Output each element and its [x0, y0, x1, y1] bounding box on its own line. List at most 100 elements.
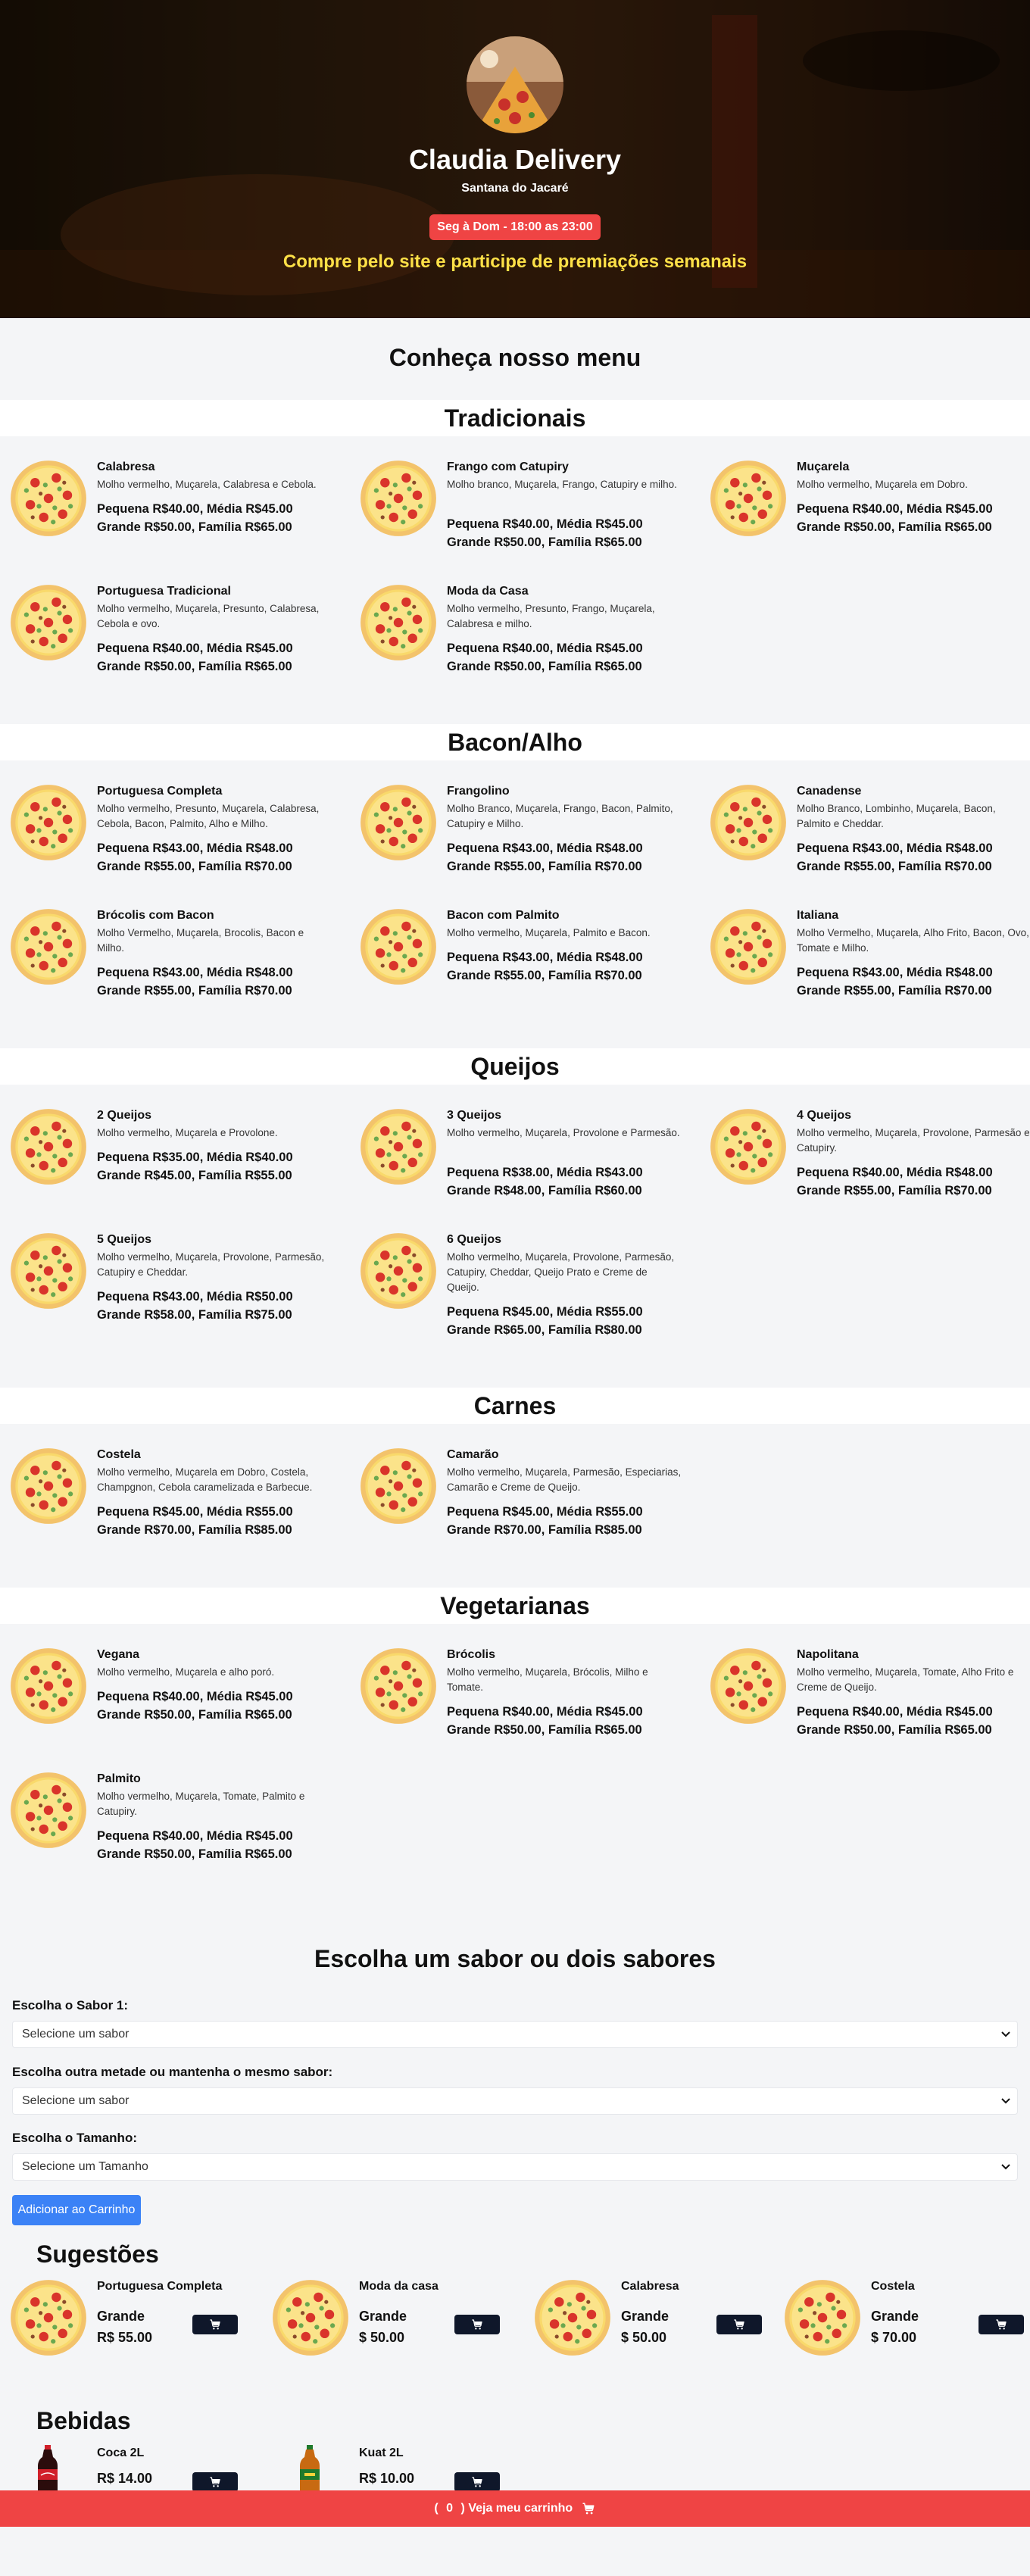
shopping-cart-icon	[470, 2476, 484, 2488]
menu-item[interactable]: Camarão Molho vermelho, Muçarela, Parmes…	[350, 1447, 683, 1560]
shopping-cart-icon	[994, 2318, 1008, 2331]
menu-item[interactable]: Vegana Molho vermelho, Muçarela e alho p…	[0, 1647, 333, 1760]
suggestion-item: Portuguesa Completa Grande R$ 55.00	[9, 2278, 251, 2362]
size-select[interactable]: Selecione um Tamanho	[12, 2153, 1018, 2181]
menu-item-name: Italiana	[797, 909, 839, 922]
menu-item-price: Grande R$50.00, Família R$65.00	[797, 1723, 992, 1737]
menu-item-price: Pequena R$43.00, Média R$50.00	[97, 1290, 293, 1304]
pizza-icon	[9, 1107, 88, 1186]
menu-item-name: Calabresa	[97, 461, 155, 473]
restaurant-logo	[467, 36, 563, 133]
drink-price: R$ 14.00	[97, 2471, 153, 2486]
menu-item-price: Grande R$55.00, Família R$70.00	[797, 860, 992, 873]
restaurant-name: Claudia Delivery	[408, 144, 622, 175]
menu-item[interactable]: Bacon com Palmito Molho vermelho, Muçare…	[350, 907, 683, 1021]
add-suggestion-cart-button[interactable]	[192, 2315, 238, 2334]
chevron-down-icon	[1001, 2098, 1010, 2104]
menu-item-price: Grande R$50.00, Família R$65.00	[97, 1708, 292, 1722]
menu-item-description: Molho Branco, Lombinho, Muçarela, Bacon,…	[797, 803, 996, 829]
menu-item[interactable]: Italiana Molho Vermelho, Muçarela, Alho …	[700, 907, 1030, 1021]
pizza-icon	[9, 583, 88, 662]
menu-item[interactable]: Brócolis com Bacon Molho Vermelho, Muçar…	[0, 907, 333, 1021]
menu-item[interactable]: Napolitana Molho vermelho, Muçarela, Tom…	[700, 1647, 1030, 1760]
menu-item-price: Pequena R$43.00, Média R$48.00	[97, 966, 293, 979]
pizza-icon	[9, 459, 88, 538]
flavor2-select[interactable]: Selecione um sabor	[12, 2087, 1018, 2115]
menu-item-description: Molho vermelho, Muçarela, Tomate, Palmit…	[97, 1791, 305, 1817]
menu-item-price: Grande R$58.00, Família R$75.00	[97, 1308, 292, 1322]
menu-item-description: Molho vermelho, Muçarela, Parmesão, Espe…	[447, 1466, 682, 1493]
menu-item-name: Canadense	[797, 785, 862, 798]
menu-item-description: Molho Vermelho, Muçarela, Alho Frito, Ba…	[797, 927, 1029, 954]
menu-item-price: Grande R$55.00, Família R$70.00	[97, 860, 292, 873]
menu-item-price: Grande R$55.00, Família R$70.00	[797, 1184, 992, 1197]
size-label: Escolha o Tamanho:	[12, 2131, 137, 2145]
cart-close-paren: )	[460, 2502, 465, 2515]
menu-item[interactable]: Moda da Casa Molho vermelho, Presunto, F…	[350, 583, 683, 697]
menu-item[interactable]: 3 Queijos Molho vermelho, Muçarela, Prov…	[350, 1107, 683, 1221]
menu-title: Conheça nosso menu	[389, 344, 641, 371]
menu-item-price: Pequena R$40.00, Média R$48.00	[797, 1166, 993, 1179]
hero-banner: Claudia Delivery Santana do Jacaré Seg à…	[0, 0, 1030, 318]
add-suggestion-cart-button[interactable]	[978, 2315, 1024, 2334]
menu-item[interactable]: Portuguesa Tradicional Molho vermelho, M…	[0, 583, 333, 697]
menu-item-price: Grande R$55.00, Família R$70.00	[797, 984, 992, 998]
menu-item[interactable]: Costela Molho vermelho, Muçarela em Dobr…	[0, 1447, 333, 1560]
add-suggestion-cart-button[interactable]	[716, 2315, 762, 2334]
pizza-icon	[359, 1107, 438, 1186]
menu-item-price: Pequena R$45.00, Média R$55.00	[97, 1505, 293, 1519]
menu-item-name: Palmito	[97, 1772, 141, 1785]
menu-item-description: Molho branco, Muçarela, Frango, Catupiry…	[447, 479, 677, 490]
menu-item-price: Grande R$70.00, Família R$85.00	[447, 1523, 642, 1537]
menu-item-name: 6 Queijos	[447, 1233, 502, 1246]
menu-item[interactable]: Brócolis Molho vermelho, Muçarela, Bróco…	[350, 1647, 683, 1760]
menu-item-price: Pequena R$43.00, Média R$48.00	[797, 966, 993, 979]
order-section-title: Escolha um sabor ou dois sabores	[314, 1945, 716, 1972]
menu-item-price: Pequena R$40.00, Média R$45.00	[447, 642, 643, 655]
pizza-icon	[709, 459, 788, 538]
add-suggestion-cart-button[interactable]	[454, 2315, 500, 2334]
menu-item-price: Grande R$48.00, Família R$60.00	[447, 1184, 642, 1197]
menu-item-price: Pequena R$40.00, Média R$45.00	[97, 1829, 293, 1843]
menu-item[interactable]: Palmito Molho vermelho, Muçarela, Tomate…	[0, 1771, 333, 1884]
menu-item-name: Portuguesa Completa	[97, 785, 223, 798]
pizza-icon	[9, 2278, 88, 2357]
cart-open-paren: (	[434, 2502, 439, 2515]
menu-item-name: Brócolis com Bacon	[97, 909, 214, 922]
menu-item[interactable]: Portuguesa Completa Molho vermelho, Pres…	[0, 783, 333, 897]
menu-item[interactable]: Calabresa Molho vermelho, Muçarela, Cala…	[0, 459, 333, 573]
drink-name: Kuat 2L	[359, 2446, 404, 2459]
pizza-icon	[783, 2278, 862, 2357]
menu-item-price: Grande R$55.00, Família R$70.00	[97, 984, 292, 998]
add-to-cart-button[interactable]: Adicionar ao Carrinho	[12, 2195, 141, 2225]
category-title: Bacon/Alho	[0, 724, 1030, 760]
pizza-icon	[359, 783, 438, 862]
menu-item-name: Frangolino	[447, 785, 510, 798]
menu-item-price: Grande R$50.00, Família R$65.00	[447, 535, 642, 549]
menu-item[interactable]: 2 Queijos Molho vermelho, Muçarela e Pro…	[0, 1107, 333, 1221]
menu-item-price: Pequena R$38.00, Média R$43.00	[447, 1166, 643, 1179]
flavor2-value: Selecione um sabor	[22, 2094, 130, 2107]
menu-item[interactable]: Frangolino Molho Branco, Muçarela, Frang…	[350, 783, 683, 897]
view-cart-bar[interactable]: ( 0 ) Veja meu carrinho	[0, 2490, 1030, 2527]
suggestion-size: Grande	[97, 2309, 145, 2324]
menu-item[interactable]: Frango com Catupiry Molho branco, Muçare…	[350, 459, 683, 573]
menu-item-price: Pequena R$40.00, Média R$45.00	[97, 642, 293, 655]
menu-item[interactable]: 5 Queijos Molho vermelho, Muçarela, Prov…	[0, 1232, 333, 1345]
menu-item-price: Pequena R$43.00, Média R$48.00	[797, 841, 993, 855]
menu-item[interactable]: Canadense Molho Branco, Lombinho, Muçare…	[700, 783, 1030, 897]
suggestion-price: R$ 55.00	[97, 2330, 153, 2345]
add-drink-cart-button[interactable]	[192, 2472, 238, 2492]
pizza-icon	[9, 783, 88, 862]
menu-item-description: Molho vermelho, Muçarela, Provolone, Par…	[447, 1251, 675, 1293]
view-cart-label: Veja meu carrinho	[468, 2502, 573, 2515]
add-drink-cart-button[interactable]	[454, 2472, 500, 2492]
pizza-icon	[359, 583, 438, 662]
suggestion-name: Costela	[871, 2280, 915, 2293]
suggestions-title: Sugestões	[36, 2240, 159, 2268]
category-title: Carnes	[0, 1388, 1030, 1424]
flavor1-select[interactable]: Selecione um sabor	[12, 2021, 1018, 2048]
menu-item[interactable]: 6 Queijos Molho vermelho, Muçarela, Prov…	[350, 1232, 683, 1360]
menu-item[interactable]: 4 Queijos Molho vermelho, Muçarela, Prov…	[700, 1107, 1030, 1221]
menu-item[interactable]: Muçarela Molho vermelho, Muçarela em Dob…	[700, 459, 1030, 573]
